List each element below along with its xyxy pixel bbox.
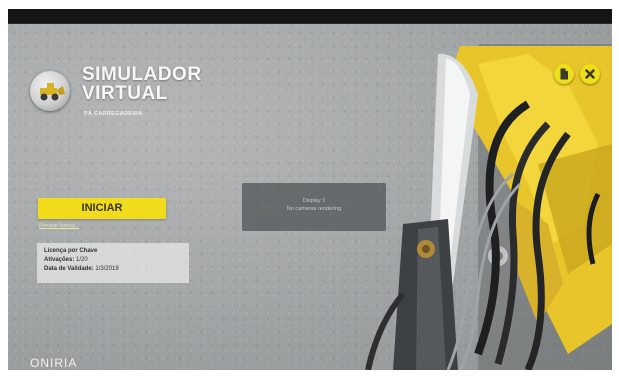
manual-button[interactable] [554,64,574,84]
license-validity: Data de Validade: 1/3/2019 [44,266,119,272]
close-icon [585,69,595,79]
license-type: Licença por Chave [44,248,98,254]
oniria-logo: ONIRIA [30,356,78,370]
app-subtitle: PÁ CARREGADEIRA [84,111,143,117]
app-window: SIMULADOR VIRTUAL PÁ CARREGADEIRA INICIA… [8,9,612,370]
display-name: Display 1 [302,198,326,204]
close-button[interactable] [580,64,600,84]
document-icon [560,68,568,80]
license-info-panel: Licença por Chave Ativações: 1/20 Data d… [37,243,189,283]
start-button[interactable]: INICIAR [38,198,166,219]
display-status-panel: Display 1 No cameras rendering [242,183,386,231]
license-activations: Ativações: 1/20 [44,257,88,263]
simulator-viewport: SIMULADOR VIRTUAL PÁ CARREGADEIRA INICIA… [8,24,612,370]
renew-license-link[interactable]: Renovar licença... [39,223,79,229]
app-title-line2: VIRTUAL [82,83,168,104]
wheel-loader-logo [30,71,70,111]
display-status: No cameras rendering [286,206,342,212]
title-bar [8,9,612,24]
